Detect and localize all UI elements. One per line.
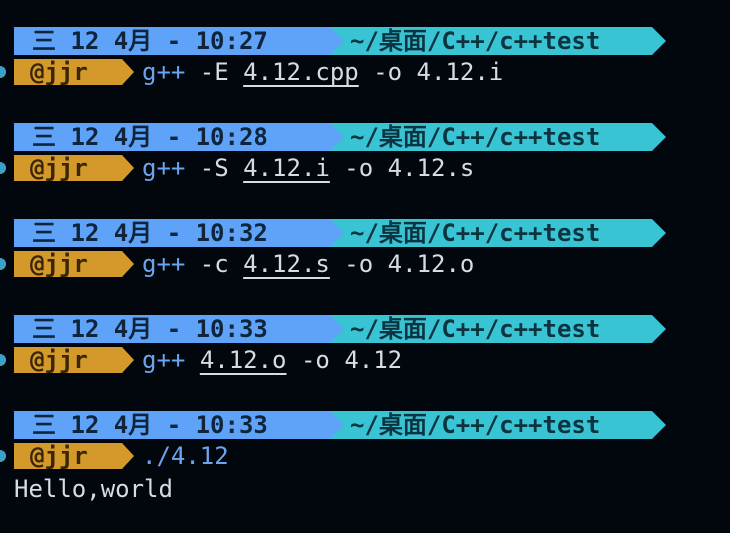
program-output: Hello,world	[14, 475, 173, 503]
prompt-block: 三 12 4月 - 10:27 ~/桌面/C++/c++test @jjr g+…	[0, 27, 730, 87]
powerline-separator	[652, 411, 666, 439]
command-file-arg: 4.12.cpp	[243, 58, 359, 86]
command-args: -c	[185, 250, 244, 278]
status-dot-icon	[0, 258, 6, 270]
prompt-user-segment: @jjr	[14, 347, 122, 373]
powerline-separator	[652, 315, 666, 343]
command-args: -o 4.12.i	[358, 58, 504, 86]
command-args: -o 4.12.o	[329, 250, 475, 278]
powerline-separator	[122, 443, 134, 469]
prompt-header: 三 12 4月 - 10:27 ~/桌面/C++/c++test	[0, 27, 730, 57]
command-file-arg: 4.12.s	[243, 250, 330, 278]
command-line: @jjr ./4.12	[0, 441, 730, 471]
command-file-arg: 4.12.o	[199, 346, 287, 374]
command-line: @jjr g++ -E 4.12.cpp -o 4.12.i	[0, 57, 730, 87]
prompt-date-segment: 三 12 4月 - 10:33	[14, 411, 330, 439]
prompt-user-segment: @jjr	[14, 59, 122, 85]
command-program: g++	[142, 346, 186, 374]
prompt-user-segment: @jjr	[14, 251, 122, 277]
prompt-block: 三 12 4月 - 10:32 ~/桌面/C++/c++test @jjr g+…	[0, 219, 730, 279]
command-args	[185, 346, 199, 374]
prompt-header: 三 12 4月 - 10:32 ~/桌面/C++/c++test	[0, 219, 730, 249]
powerline-separator	[652, 27, 666, 55]
status-dot-icon	[0, 66, 6, 78]
command-line: @jjr g++ -c 4.12.s -o 4.12.o	[0, 249, 730, 279]
powerline-separator	[652, 219, 666, 247]
command-text: ./4.12	[142, 441, 229, 471]
command-program: ./4.12	[142, 442, 229, 470]
powerline-separator	[330, 27, 344, 55]
powerline-separator	[122, 251, 134, 277]
status-dot-icon	[0, 354, 6, 366]
prompt-path-segment: ~/桌面/C++/c++test	[330, 123, 652, 151]
command-args: -S	[185, 154, 244, 182]
powerline-separator	[122, 347, 134, 373]
prompt-block: 三 12 4月 - 10:33 ~/桌面/C++/c++test @jjr ./…	[0, 411, 730, 471]
status-dot-icon	[0, 162, 6, 174]
powerline-separator	[330, 123, 344, 151]
prompt-date-segment: 三 12 4月 - 10:33	[14, 315, 330, 343]
command-args: -o 4.12.s	[329, 154, 475, 182]
prompt-header: 三 12 4月 - 10:33 ~/桌面/C++/c++test	[0, 411, 730, 441]
prompt-date-segment: 三 12 4月 - 10:32	[14, 219, 330, 247]
prompt-header: 三 12 4月 - 10:33 ~/桌面/C++/c++test	[0, 315, 730, 345]
prompt-block: 三 12 4月 - 10:33 ~/桌面/C++/c++test @jjr g+…	[0, 315, 730, 375]
prompt-user-segment: @jjr	[14, 155, 122, 181]
command-args: -o 4.12	[286, 346, 403, 374]
powerline-separator	[122, 59, 134, 85]
powerline-separator	[330, 411, 344, 439]
prompt-date-segment: 三 12 4月 - 10:27	[14, 27, 330, 55]
prompt-path-segment: ~/桌面/C++/c++test	[330, 315, 652, 343]
prompt-path-segment: ~/桌面/C++/c++test	[330, 27, 652, 55]
prompt-header: 三 12 4月 - 10:28 ~/桌面/C++/c++test	[0, 123, 730, 153]
command-program: g++	[142, 154, 186, 182]
powerline-separator	[330, 219, 344, 247]
prompt-path-segment: ~/桌面/C++/c++test	[330, 411, 652, 439]
command-text: g++ -c 4.12.s -o 4.12.o	[142, 249, 474, 279]
powerline-separator	[652, 123, 666, 151]
powerline-separator	[122, 155, 134, 181]
prompt-path-segment: ~/桌面/C++/c++test	[330, 219, 652, 247]
status-dot-icon	[0, 450, 6, 462]
powerline-separator	[330, 315, 344, 343]
prompt-date-segment: 三 12 4月 - 10:28	[14, 123, 330, 151]
command-text: g++ -S 4.12.i -o 4.12.s	[142, 153, 474, 183]
command-file-arg: 4.12.i	[243, 154, 330, 182]
prompt-block: 三 12 4月 - 10:28 ~/桌面/C++/c++test @jjr g+…	[0, 123, 730, 183]
prompt-user-segment: @jjr	[14, 443, 122, 469]
command-args: -E	[185, 58, 244, 86]
command-text: g++ 4.12.o -o 4.12	[142, 345, 402, 375]
command-program: g++	[142, 58, 186, 86]
terminal-window[interactable]: 三 12 4月 - 10:27 ~/桌面/C++/c++test @jjr g+…	[0, 0, 730, 533]
command-line: @jjr g++ -S 4.12.i -o 4.12.s	[0, 153, 730, 183]
command-text: g++ -E 4.12.cpp -o 4.12.i	[142, 57, 503, 87]
command-program: g++	[142, 250, 186, 278]
command-line: @jjr g++ 4.12.o -o 4.12	[0, 345, 730, 375]
